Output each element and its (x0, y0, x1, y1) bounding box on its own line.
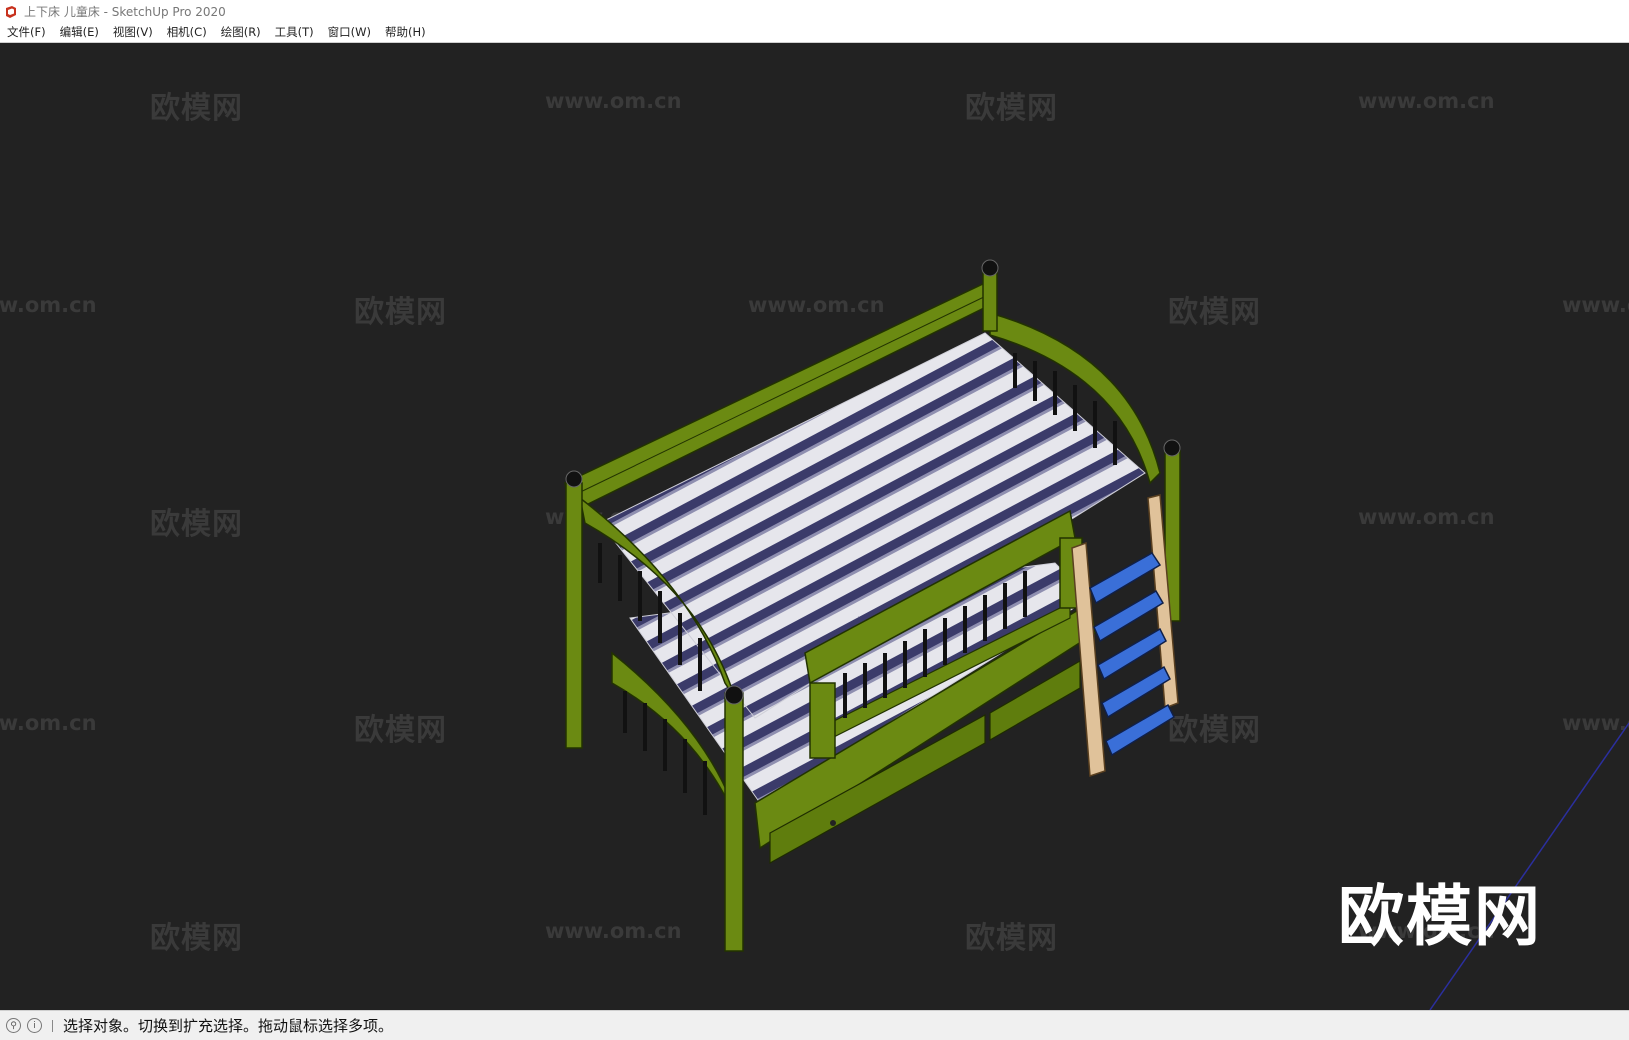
ladder (1071, 494, 1179, 778)
model-viewport[interactable]: 欧模网 www.om.cn 欧模网 www.om.cn www.om.cn 欧模… (0, 43, 1629, 1010)
menu-help[interactable]: 帮助(H) (378, 24, 433, 40)
menu-camera[interactable]: 相机(C) (160, 24, 214, 40)
info-icon[interactable]: i (27, 1018, 42, 1033)
menu-bar: 文件(F) 编辑(E) 视图(V) 相机(C) 绘图(R) 工具(T) 窗口(W… (0, 22, 1629, 43)
status-message: 选择对象。切换到扩充选择。拖动鼠标选择多项。 (63, 1017, 394, 1035)
menu-view[interactable]: 视图(V) (106, 24, 160, 40)
menu-tools[interactable]: 工具(T) (268, 24, 321, 40)
status-divider (52, 1019, 53, 1032)
status-bar: ⚲ i 选择对象。切换到扩充选择。拖动鼠标选择多项。 (0, 1010, 1629, 1040)
menu-edit[interactable]: 编辑(E) (53, 24, 106, 40)
window-title: 上下床 儿童床 - SketchUp Pro 2020 (24, 4, 226, 19)
sketchup-icon (4, 4, 18, 18)
title-bar: 上下床 儿童床 - SketchUp Pro 2020 (0, 0, 1629, 22)
watermark-logo: 欧模网 (1338, 878, 1542, 955)
menu-window[interactable]: 窗口(W) (321, 24, 378, 40)
menu-draw[interactable]: 绘图(R) (214, 24, 268, 40)
menu-file[interactable]: 文件(F) (0, 24, 53, 40)
location-pin-icon[interactable]: ⚲ (6, 1018, 21, 1033)
